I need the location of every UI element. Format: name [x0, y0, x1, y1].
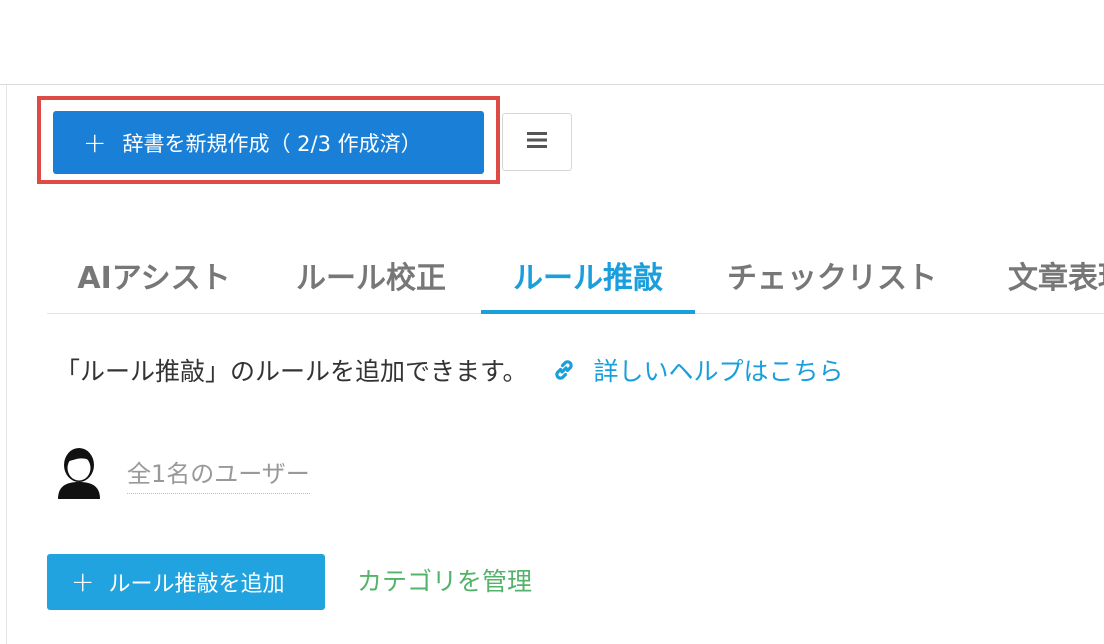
user-row: 全1名のユーザー [55, 443, 310, 505]
user-avatar-icon [55, 443, 103, 505]
tab-rule-proofread[interactable]: ルール校正 [261, 236, 481, 313]
description-row: 「ルール推敲」のルールを追加できます。 詳しいヘルプはこちら [55, 352, 844, 388]
tab-rule-refine[interactable]: ルール推敲 [481, 236, 695, 314]
tab-bar: AIアシスト ルール校正 ルール推敲 チェックリスト 文章表現 [47, 236, 1104, 314]
help-link[interactable]: 詳しいヘルプはこちら [550, 352, 844, 388]
page: + 辞書を新規作成（ 2/3 作成済） AIアシスト ルール校正 ルール推敲 チ… [0, 0, 1104, 644]
plus-icon: + [83, 125, 107, 159]
tab-label: ルール校正 [296, 260, 446, 296]
create-dictionary-button[interactable]: + 辞書を新規作成（ 2/3 作成済） [53, 111, 484, 174]
top-divider [0, 84, 1104, 85]
left-rule [6, 85, 7, 644]
description-text: 「ルール推敲」のルールを追加できます。 [55, 357, 528, 386]
manage-category-link[interactable]: カテゴリを管理 [357, 562, 532, 598]
tab-label: ルール推敲 [513, 260, 663, 296]
add-rule-label: ルール推敲を追加 [108, 572, 285, 597]
menu-button[interactable] [502, 113, 572, 171]
add-rule-refine-button[interactable]: + ルール推敲を追加 [47, 554, 325, 610]
link-icon [550, 356, 578, 384]
tab-checklist[interactable]: チェックリスト [695, 236, 969, 313]
tab-label: AIアシスト [77, 260, 231, 296]
tab-label: 文章表現 [1008, 260, 1104, 296]
hamburger-menu-icon [526, 131, 548, 153]
tab-label: チェックリスト [727, 260, 937, 296]
user-count-link[interactable]: 全1名のユーザー [127, 454, 310, 494]
tab-ai-assist[interactable]: AIアシスト [47, 236, 261, 313]
create-dictionary-label: 辞書を新規作成（ 2/3 作成済） [122, 131, 422, 156]
tab-writing-expression[interactable]: 文章表現 [1008, 236, 1104, 313]
plus-icon: + [71, 565, 95, 598]
help-link-label: 詳しいヘルプはこちら [593, 357, 844, 386]
